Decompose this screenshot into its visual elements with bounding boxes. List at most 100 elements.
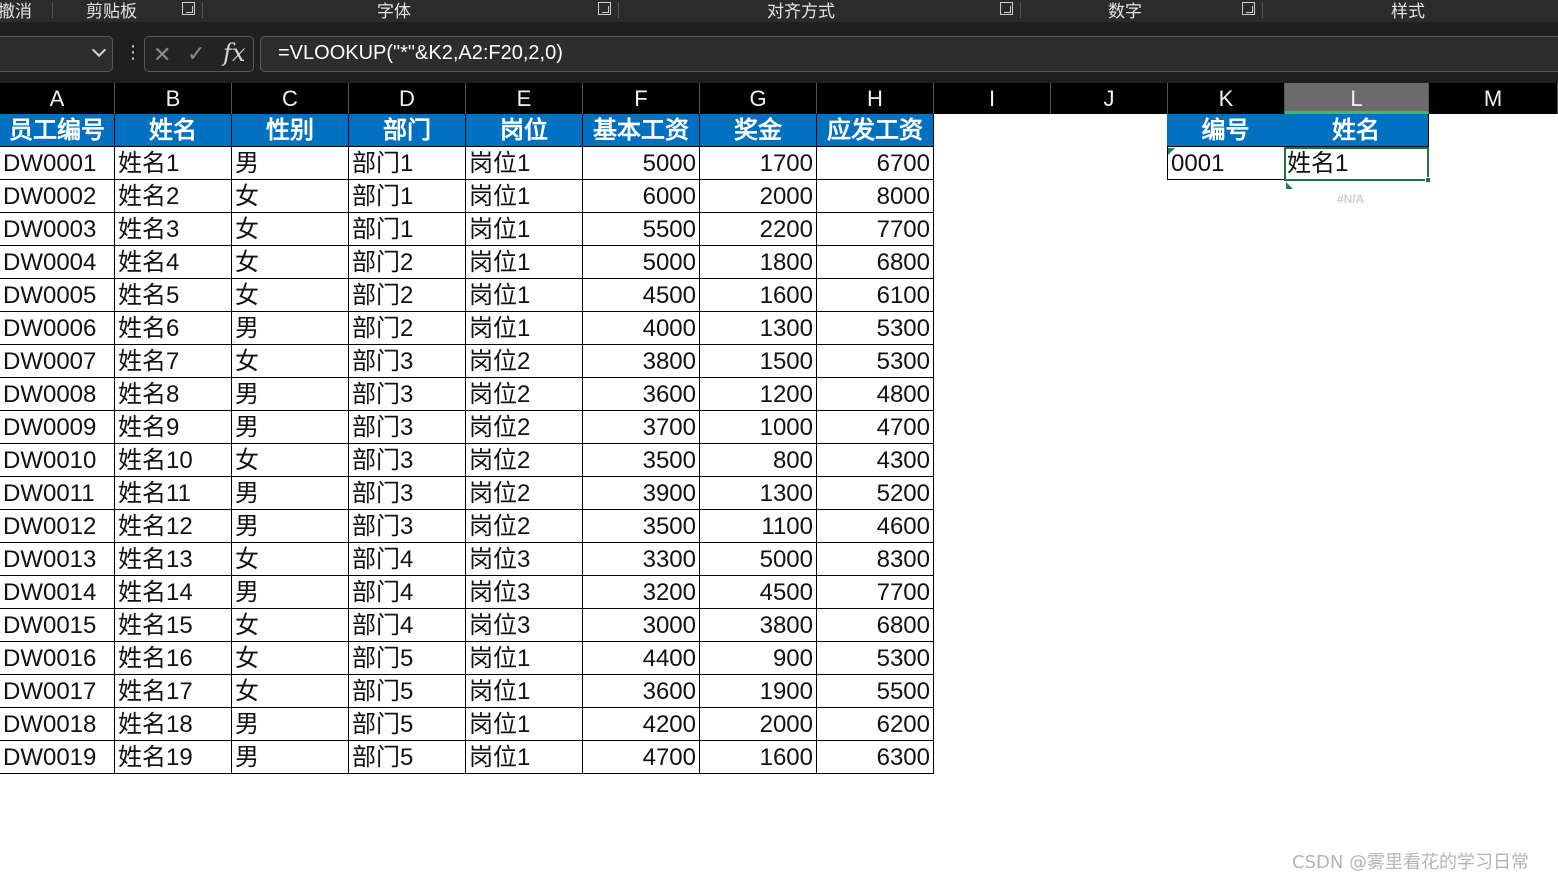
table-cell[interactable]: 1900 xyxy=(700,675,817,708)
table-cell[interactable]: 4800 xyxy=(817,378,934,411)
table-cell[interactable]: 部门1 xyxy=(349,180,466,213)
table-cell[interactable]: 岗位1 xyxy=(466,708,583,741)
table-cell[interactable]: 岗位3 xyxy=(466,543,583,576)
table-cell[interactable]: 岗位2 xyxy=(466,378,583,411)
table-cell[interactable]: 岗位1 xyxy=(466,180,583,213)
table-cell[interactable]: 姓名11 xyxy=(115,477,232,510)
table-cell[interactable]: 1500 xyxy=(700,345,817,378)
column-header-c[interactable]: C xyxy=(232,83,349,114)
table-cell[interactable]: 岗位1 xyxy=(466,312,583,345)
table-cell[interactable]: DW0010 xyxy=(0,444,115,477)
close-icon[interactable]: ✕ xyxy=(153,43,171,68)
table-cell[interactable]: 部门2 xyxy=(349,312,466,345)
lookup-id-cell[interactable]: 0001 xyxy=(1167,147,1285,180)
table-cell[interactable]: 部门2 xyxy=(349,279,466,312)
table-cell[interactable]: 岗位2 xyxy=(466,345,583,378)
formula-input[interactable]: =VLOOKUP("*"&K2,A2:F20,2,0) xyxy=(260,36,1558,72)
table-cell[interactable]: 部门3 xyxy=(349,378,466,411)
table-cell[interactable]: 姓名3 xyxy=(115,213,232,246)
table-cell[interactable]: 部门4 xyxy=(349,543,466,576)
table-cell[interactable]: 6000 xyxy=(583,180,700,213)
table-cell[interactable]: 3000 xyxy=(583,609,700,642)
table-cell[interactable]: 姓名16 xyxy=(115,642,232,675)
table-cell[interactable]: 6300 xyxy=(817,741,934,774)
name-box[interactable] xyxy=(0,36,113,72)
table-cell[interactable]: 5000 xyxy=(583,246,700,279)
table-cell[interactable]: 岗位1 xyxy=(466,642,583,675)
table-cell[interactable]: 部门1 xyxy=(349,147,466,180)
lookup-name-cell[interactable]: 姓名1 xyxy=(1284,147,1429,180)
table-header-cell[interactable]: 基本工资 xyxy=(583,114,700,147)
table-cell[interactable]: 部门4 xyxy=(349,576,466,609)
table-cell[interactable]: 2000 xyxy=(700,708,817,741)
table-cell[interactable]: 部门5 xyxy=(349,741,466,774)
table-cell[interactable]: 部门3 xyxy=(349,345,466,378)
table-cell[interactable]: 男 xyxy=(232,312,349,345)
table-cell[interactable]: 1300 xyxy=(700,477,817,510)
table-cell[interactable]: 4700 xyxy=(583,741,700,774)
table-cell[interactable]: 男 xyxy=(232,411,349,444)
table-cell[interactable]: 女 xyxy=(232,279,349,312)
table-cell[interactable]: 姓名18 xyxy=(115,708,232,741)
table-cell[interactable]: 5200 xyxy=(817,477,934,510)
table-cell[interactable]: 部门5 xyxy=(349,708,466,741)
table-cell[interactable]: 岗位2 xyxy=(466,477,583,510)
table-cell[interactable]: 3800 xyxy=(583,345,700,378)
table-cell[interactable]: 部门3 xyxy=(349,510,466,543)
table-cell[interactable]: DW0015 xyxy=(0,609,115,642)
alignment-dialog-launcher-icon[interactable] xyxy=(1000,2,1013,15)
table-cell[interactable]: 5300 xyxy=(817,312,934,345)
table-cell[interactable]: 3200 xyxy=(583,576,700,609)
table-cell[interactable]: 900 xyxy=(700,642,817,675)
table-header-cell[interactable]: 性别 xyxy=(232,114,349,147)
table-cell[interactable]: 4200 xyxy=(583,708,700,741)
insert-function-button[interactable]: fx xyxy=(223,39,245,67)
table-cell[interactable]: 1800 xyxy=(700,246,817,279)
table-cell[interactable]: 3800 xyxy=(700,609,817,642)
table-cell[interactable]: 岗位1 xyxy=(466,279,583,312)
fill-handle[interactable] xyxy=(1425,177,1431,183)
table-cell[interactable]: 7700 xyxy=(817,213,934,246)
table-cell[interactable]: 5300 xyxy=(817,345,934,378)
table-cell[interactable]: 3500 xyxy=(583,510,700,543)
table-header-cell[interactable]: 应发工资 xyxy=(817,114,934,147)
table-cell[interactable]: 女 xyxy=(232,642,349,675)
table-cell[interactable]: 部门3 xyxy=(349,444,466,477)
table-cell[interactable]: 2200 xyxy=(700,213,817,246)
column-header-i[interactable]: I xyxy=(934,83,1051,114)
table-cell[interactable]: 4000 xyxy=(583,312,700,345)
table-cell[interactable]: 6800 xyxy=(817,609,934,642)
table-cell[interactable]: 4500 xyxy=(583,279,700,312)
table-cell[interactable]: 5500 xyxy=(583,213,700,246)
table-cell[interactable]: 4500 xyxy=(700,576,817,609)
checkmark-icon[interactable]: ✓ xyxy=(187,42,205,67)
table-cell[interactable]: DW0003 xyxy=(0,213,115,246)
column-header-l[interactable]: L xyxy=(1285,83,1429,114)
table-cell[interactable]: DW0018 xyxy=(0,708,115,741)
table-cell[interactable]: 6100 xyxy=(817,279,934,312)
table-cell[interactable]: 女 xyxy=(232,345,349,378)
table-cell[interactable]: 男 xyxy=(232,147,349,180)
table-cell[interactable]: 8000 xyxy=(817,180,934,213)
table-cell[interactable]: 岗位1 xyxy=(466,246,583,279)
chevron-down-icon[interactable] xyxy=(91,42,107,58)
table-cell[interactable]: 3300 xyxy=(583,543,700,576)
table-cell[interactable]: DW0004 xyxy=(0,246,115,279)
table-cell[interactable]: 5000 xyxy=(583,147,700,180)
smart-tag-icon[interactable] xyxy=(1286,182,1293,189)
table-header-cell[interactable]: 部门 xyxy=(349,114,466,147)
table-cell[interactable]: 6700 xyxy=(817,147,934,180)
table-cell[interactable]: 3500 xyxy=(583,444,700,477)
table-cell[interactable]: 女 xyxy=(232,213,349,246)
table-cell[interactable]: 5500 xyxy=(817,675,934,708)
table-cell[interactable]: 姓名9 xyxy=(115,411,232,444)
column-header-k[interactable]: K xyxy=(1168,83,1285,114)
table-cell[interactable]: 4700 xyxy=(817,411,934,444)
table-cell[interactable]: 4400 xyxy=(583,642,700,675)
table-cell[interactable]: DW0012 xyxy=(0,510,115,543)
table-cell[interactable]: 岗位2 xyxy=(466,510,583,543)
table-cell[interactable]: DW0019 xyxy=(0,741,115,774)
table-cell[interactable]: 岗位2 xyxy=(466,444,583,477)
column-header-h[interactable]: H xyxy=(817,83,934,114)
table-cell[interactable]: 部门2 xyxy=(349,246,466,279)
